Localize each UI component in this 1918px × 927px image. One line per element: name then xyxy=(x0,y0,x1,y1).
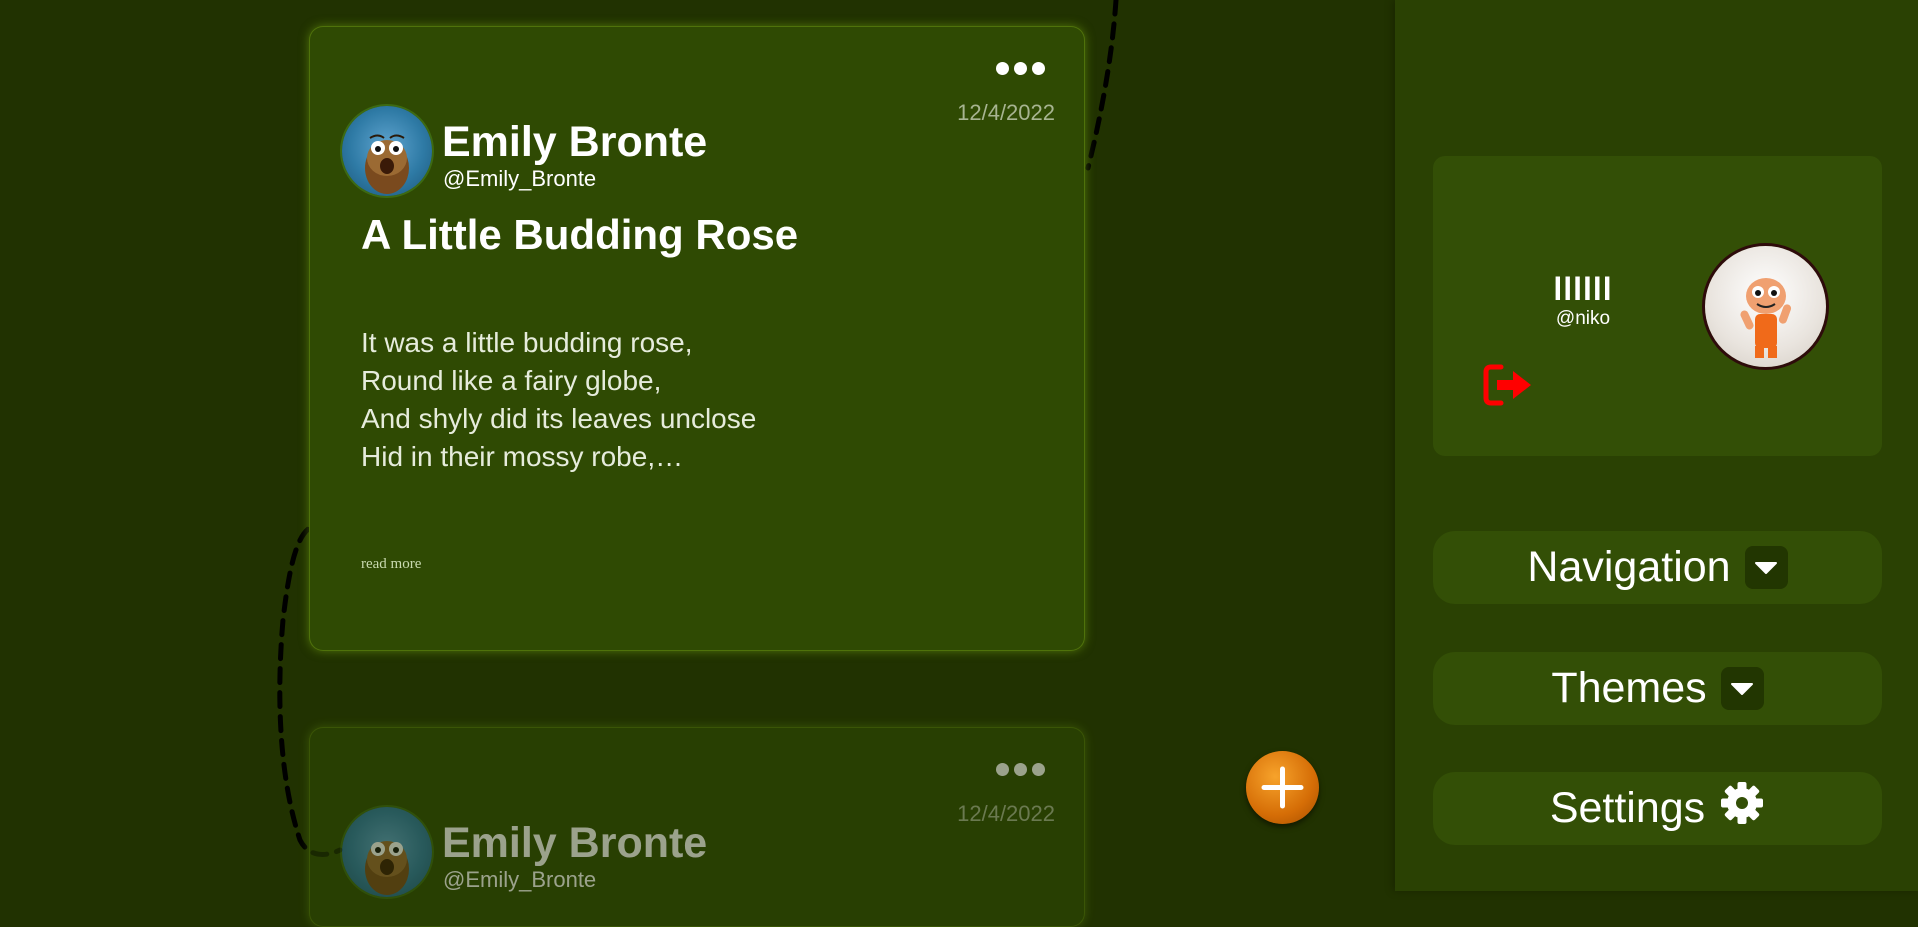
post-card: 12/4/2022 Emily Bronte @Emily_Bronte xyxy=(309,727,1085,927)
sidebar: llllll @niko Navigation Themes Settings xyxy=(1395,0,1918,891)
post-date: 12/4/2022 xyxy=(957,100,1055,125)
themes-label: Themes xyxy=(1551,664,1707,712)
more-options-icon[interactable] xyxy=(996,62,1045,75)
post-excerpt: It was a little budding rose, Round like… xyxy=(361,324,756,476)
profile-card: llllll @niko xyxy=(1433,156,1882,456)
add-icon xyxy=(1261,766,1304,809)
more-options-icon[interactable] xyxy=(996,763,1045,776)
chevron-down-icon xyxy=(1720,667,1764,710)
gear-icon xyxy=(1719,780,1765,837)
excerpt-line: Hid in their mossy robe,… xyxy=(361,441,684,472)
settings-button[interactable]: Settings xyxy=(1433,772,1882,845)
profile-handle: @niko xyxy=(1555,308,1611,329)
excerpt-line: It was a little budding rose, xyxy=(361,327,693,358)
read-more-link[interactable]: read more xyxy=(361,556,421,573)
post-date: 12/4/2022 xyxy=(957,801,1055,826)
excerpt-line: Round like a fairy globe, xyxy=(361,365,662,396)
avatar[interactable] xyxy=(1705,246,1826,367)
themes-dropdown-button[interactable]: Themes xyxy=(1433,652,1882,725)
profile-display-name[interactable]: llllll xyxy=(1433,271,1733,308)
post-title[interactable]: A Little Budding Rose xyxy=(361,211,798,259)
author-avatar[interactable] xyxy=(342,106,432,196)
logout-icon[interactable] xyxy=(1483,363,1535,412)
post-card: 12/4/2022 Emily Bronte @Emily_Bronte A L… xyxy=(309,26,1085,651)
author-handle[interactable]: @Emily_Bronte xyxy=(443,166,596,192)
chevron-down-icon xyxy=(1744,546,1788,589)
navigation-dropdown-button[interactable]: Navigation xyxy=(1433,531,1882,604)
author-handle[interactable]: @Emily_Bronte xyxy=(443,867,596,893)
author-avatar[interactable] xyxy=(342,807,432,897)
add-post-button[interactable] xyxy=(1246,751,1319,824)
author-name[interactable]: Emily Bronte xyxy=(442,118,707,167)
author-name[interactable]: Emily Bronte xyxy=(442,819,707,868)
excerpt-line: And shyly did its leaves unclose xyxy=(361,403,757,434)
settings-label: Settings xyxy=(1549,784,1706,832)
navigation-label: Navigation xyxy=(1527,543,1731,591)
